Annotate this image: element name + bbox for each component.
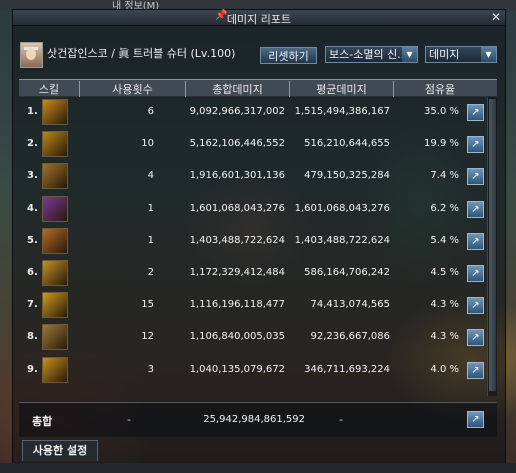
- table-row: 7. 15 1,116,196,118,477 74,413,074,565 4.3 %…: [19, 289, 497, 321]
- bottom-bar: [0, 463, 516, 473]
- row-rank: 5.: [27, 234, 38, 246]
- skill-icon: [42, 292, 68, 319]
- target-select[interactable]: 보스-소멸의 신.. ▼: [325, 46, 418, 63]
- row-average: 516,210,644,655: [304, 138, 390, 150]
- avatar: [20, 42, 43, 68]
- row-share: 4.3 %: [430, 299, 459, 311]
- metric-select[interactable]: 데미지 ▼: [425, 46, 497, 63]
- table-row: 2. 10 5,162,106,446,552 516,210,644,655 19.9…: [19, 128, 497, 160]
- header-skill: 스킬: [38, 83, 60, 96]
- row-uses: 12: [141, 331, 154, 343]
- chevron-down-icon: ▼: [402, 47, 417, 62]
- total-uses: -: [127, 413, 131, 426]
- share-button[interactable]: ↗: [467, 265, 484, 282]
- row-share: 5.4 %: [430, 234, 459, 246]
- row-total: 1,040,135,079,672: [189, 363, 285, 375]
- row-uses: 15: [141, 299, 154, 311]
- table-row: 5. 1 1,403,488,722,624 1,403,488,722,624 5.4…: [19, 225, 497, 257]
- total-sum: 25,942,984,861,592: [203, 414, 305, 425]
- row-uses: 1: [147, 202, 154, 214]
- row-share: 7.4 %: [430, 170, 459, 182]
- row-rank: 4.: [27, 202, 38, 214]
- row-average: 92,236,667,086: [310, 331, 390, 343]
- row-average: 74,413,074,565: [310, 299, 390, 311]
- total-label: 총합: [32, 415, 53, 428]
- share-button[interactable]: ↗: [467, 297, 484, 315]
- row-uses: 2: [147, 267, 154, 278]
- chevron-down-icon: ▼: [481, 47, 496, 62]
- row-uses: 10: [141, 138, 154, 150]
- row-uses: 4: [147, 170, 154, 182]
- row-share: 4.3 %: [430, 331, 459, 343]
- row-total: 1,916,601,301,136: [189, 170, 285, 182]
- target-select-value: 보스-소멸의 신..: [329, 48, 405, 61]
- character-name: 삿건잡인스코 / 眞 트러블 슈터 (Lv.100): [47, 47, 236, 60]
- table-header: 스킬 사용횟수 총합데미지 평균데미지 점유율: [19, 79, 497, 97]
- row-share: 19.9 %: [424, 138, 459, 150]
- row-total: 9,092,966,317,002: [189, 106, 285, 117]
- scrollbar[interactable]: [487, 97, 497, 396]
- share-button[interactable]: ↗: [467, 104, 484, 121]
- row-total: 1,403,488,722,624: [189, 234, 285, 246]
- window-titlebar[interactable]: 📌 데미지 리포트 ✕: [12, 9, 506, 26]
- row-uses: 6: [147, 106, 154, 117]
- share-button[interactable]: ↗: [467, 136, 484, 154]
- row-average: 1,403,488,722,624: [294, 234, 390, 246]
- row-share: 35.0 %: [424, 106, 459, 117]
- row-total: 1,601,068,043,276: [189, 202, 285, 214]
- row-rank: 3.: [27, 170, 38, 182]
- share-button[interactable]: ↗: [467, 329, 484, 347]
- row-average: 1,515,494,386,167: [294, 106, 390, 117]
- skill-icon: [42, 195, 68, 222]
- row-share: 4.0 %: [430, 363, 459, 375]
- skill-icon: [42, 227, 68, 254]
- tab-used-settings[interactable]: 사용한 설정: [22, 440, 98, 461]
- share-button[interactable]: ↗: [467, 168, 484, 186]
- row-total: 1,106,840,005,035: [189, 331, 285, 343]
- table-row: 3. 4 1,916,601,301,136 479,150,325,284 7.4 %…: [19, 160, 497, 192]
- row-rank: 8.: [27, 331, 38, 343]
- skill-icon: [42, 99, 68, 125]
- row-share: 4.5 %: [430, 267, 459, 278]
- table-row: 9. 3 1,040,135,079,672 346,711,693,224 4.0 %…: [19, 354, 497, 386]
- close-icon[interactable]: ✕: [491, 10, 501, 24]
- header-share: 점유율: [393, 81, 486, 97]
- header-average: 평균데미지: [289, 81, 393, 97]
- row-total: 5,162,106,446,552: [189, 138, 285, 150]
- header-total: 총합데미지: [185, 81, 289, 97]
- row-total: 1,116,196,118,477: [189, 299, 285, 311]
- row-rank: 9.: [27, 363, 38, 375]
- skill-icon: [42, 324, 68, 351]
- row-average: 1,601,068,043,276: [294, 202, 390, 214]
- reset-button[interactable]: 리셋하기: [260, 47, 317, 64]
- row-rank: 6.: [27, 267, 38, 278]
- scrollbar-thumb[interactable]: [489, 99, 496, 391]
- row-rank: 7.: [27, 299, 38, 311]
- row-rank: 2.: [27, 138, 38, 150]
- row-average: 586,164,706,242: [304, 267, 390, 278]
- table-row: 1. 6 9,092,966,317,002 1,515,494,386,167 35.…: [19, 96, 497, 128]
- skill-icon: [42, 163, 68, 190]
- total-row: 총합 - 25,942,984,861,592 - ↗: [19, 402, 497, 437]
- row-share: 6.2 %: [430, 202, 459, 214]
- metric-select-value: 데미지: [429, 48, 460, 61]
- share-total-button[interactable]: ↗: [467, 411, 484, 428]
- share-button[interactable]: ↗: [467, 232, 484, 250]
- total-average: -: [339, 413, 343, 426]
- row-total: 1,172,329,412,484: [189, 267, 285, 278]
- share-button[interactable]: ↗: [467, 200, 484, 218]
- table-row: 4. 1 1,601,068,043,276 1,601,068,043,276 6.2…: [19, 193, 497, 225]
- header-uses: 사용횟수: [79, 81, 185, 97]
- skill-icon: [42, 260, 68, 286]
- skill-icon: [42, 131, 68, 158]
- table-row: 8. 12 1,106,840,005,035 92,236,667,086 4.3 %…: [19, 321, 497, 353]
- row-rank: 1.: [27, 106, 38, 117]
- row-average: 479,150,325,284: [304, 170, 390, 182]
- row-average: 346,711,693,224: [304, 363, 390, 375]
- skill-icon: [42, 356, 68, 383]
- share-button[interactable]: ↗: [467, 361, 484, 379]
- row-uses: 1: [147, 234, 154, 246]
- table-row: 6. 2 1,172,329,412,484 586,164,706,242 4.5 %…: [19, 257, 497, 289]
- row-uses: 3: [147, 363, 154, 375]
